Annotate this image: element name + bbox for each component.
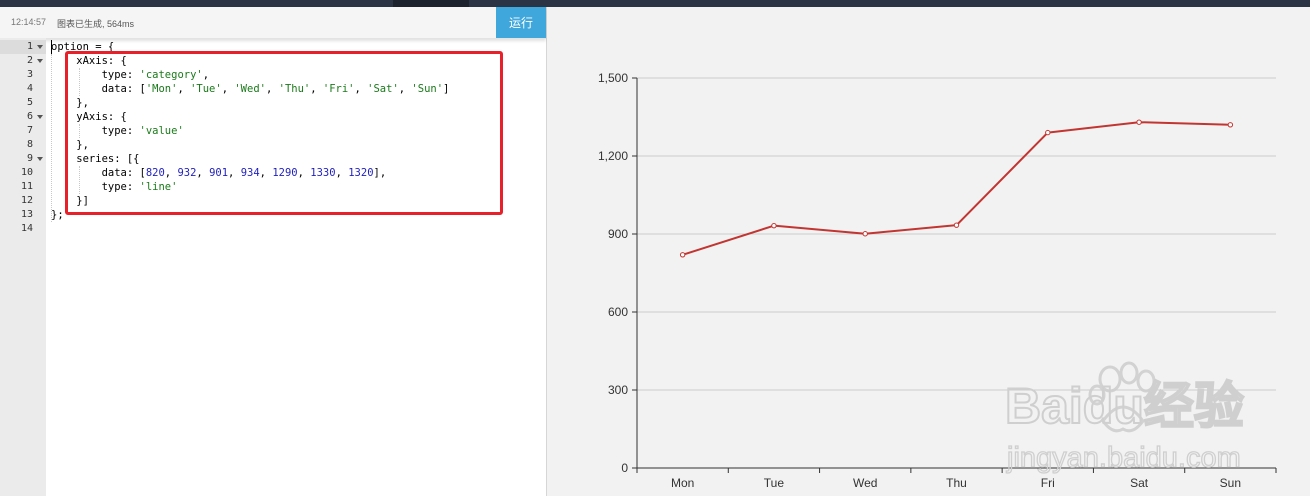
gutter-row: 6 xyxy=(0,110,46,124)
x-tick-label: Wed xyxy=(853,476,877,490)
gutter-row: 9 xyxy=(0,152,46,166)
baidu-jingyan-watermark: Baidu经验 jingyan.baidu.com xyxy=(1005,361,1245,475)
fold-arrow-icon[interactable] xyxy=(37,59,43,63)
gutter-row: 4 xyxy=(26,83,33,94)
watermark-brand: Baidu经验 xyxy=(1005,378,1244,434)
gutter-row: 5 xyxy=(26,97,33,108)
x-tick-label: Mon xyxy=(671,476,694,490)
fold-arrow-icon[interactable] xyxy=(37,157,43,161)
code-text: }; xyxy=(51,209,64,221)
series-line xyxy=(682,121,1231,256)
y-tick-label: 900 xyxy=(608,227,628,241)
y-tick-label: 600 xyxy=(608,305,628,319)
gutter-row: 1 xyxy=(0,40,46,54)
data-point xyxy=(1227,122,1234,128)
fold-arrow-icon[interactable] xyxy=(37,115,43,119)
status-message: 图表已生成, 564ms xyxy=(57,19,135,29)
watermark-url: jingyan.baidu.com xyxy=(1006,442,1241,474)
gutter-row: 14 xyxy=(20,223,33,234)
editor-toolbar: 12:14:57 图表已生成, 564ms 运行 xyxy=(0,7,546,39)
x-tick-label: Fri xyxy=(1041,476,1055,490)
gutter-row: 2 xyxy=(0,54,46,68)
data-point xyxy=(1045,129,1051,136)
run-button[interactable]: 运行 xyxy=(496,7,546,38)
text-cursor xyxy=(51,40,52,54)
x-tick-label: Tue xyxy=(764,476,785,490)
gutter-row: 3 xyxy=(26,69,33,80)
top-nav-bar xyxy=(0,0,1310,7)
data-point xyxy=(679,252,686,258)
gutter-row: 8 xyxy=(26,139,33,150)
gutter-row: 12 xyxy=(20,195,33,206)
line-number-gutter: 1 2 3 4 5 6 7 8 9 10 11 12 13 14 xyxy=(0,38,46,496)
data-point xyxy=(862,231,868,237)
code-text-area[interactable]: option = { xAxis: { type: 'category', da… xyxy=(46,38,546,496)
gutter-row: 7 xyxy=(26,125,33,136)
y-tick-label: 300 xyxy=(608,383,628,397)
chart-preview-panel: 0 300 600 900 1,200 1,500 Mon Tue Wed Thu Fri Sat Su… xyxy=(547,7,1310,496)
status-time: 12:14:57 xyxy=(11,17,47,27)
data-point xyxy=(771,222,777,229)
data-point xyxy=(953,222,960,228)
active-tab-marker xyxy=(393,0,469,7)
fold-arrow-icon[interactable] xyxy=(37,45,43,49)
annotation-highlight-box xyxy=(65,51,503,215)
code-editor-panel: 12:14:57 图表已生成, 564ms 运行 1 2 3 4 5 6 7 8… xyxy=(0,7,547,496)
x-tick-label: Thu xyxy=(946,476,967,490)
x-tick-label: Sun xyxy=(1220,476,1241,490)
x-tick-label: Sat xyxy=(1130,476,1149,490)
code-line: }; xyxy=(51,208,64,222)
gutter-row: 10 xyxy=(20,167,33,178)
y-tick-label: 0 xyxy=(621,461,628,475)
y-tick-label: 1,200 xyxy=(598,149,628,163)
data-point xyxy=(1136,119,1142,125)
gutter-row: 11 xyxy=(20,181,33,192)
gutter-row: 13 xyxy=(20,209,33,220)
y-tick-label: 1,500 xyxy=(598,71,628,85)
